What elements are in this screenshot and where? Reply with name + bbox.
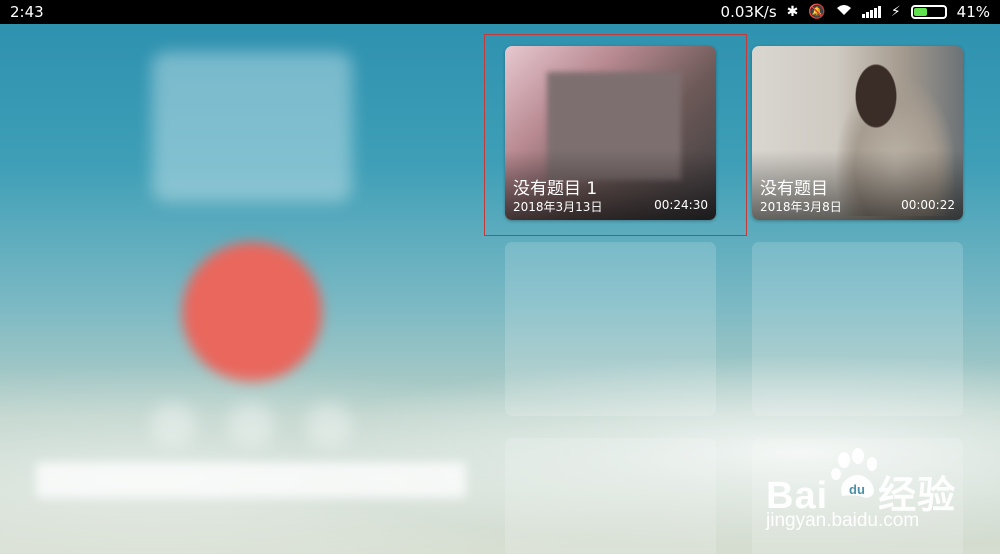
baidu-paw-icon: du: [831, 448, 877, 498]
record-button-blurred[interactable]: [182, 242, 322, 382]
wifi-icon: [836, 4, 852, 20]
charging-icon: ⚡: [890, 4, 901, 20]
recording-title: 没有题目: [760, 179, 828, 199]
watermark-url: jingyan.baidu.com: [766, 510, 920, 531]
recording-card[interactable]: 没有题目 2018年3月8日 00:00:22: [752, 46, 963, 220]
status-icons: 0.03K/s ✱ 🔕 ⚡ 41%: [721, 3, 990, 21]
bluetooth-icon: ✱: [786, 4, 799, 20]
blurred-control-3[interactable]: [306, 402, 352, 448]
empty-slot: [752, 242, 963, 416]
recording-date: 2018年3月8日: [760, 200, 842, 214]
blurred-left-panel: [0, 24, 480, 554]
blurred-control-1[interactable]: [150, 402, 196, 448]
battery-icon: [910, 5, 947, 19]
empty-slot: [505, 242, 716, 416]
signal-icon: [861, 6, 881, 18]
selection-highlight: [484, 34, 747, 236]
mute-vibrate-icon: 🔕: [808, 4, 826, 20]
baidu-watermark: Bai 经验 du jingyan.baidu.com: [766, 446, 986, 546]
net-speed: 0.03K/s: [720, 3, 777, 21]
blurred-settings-bar: [36, 462, 466, 498]
app-logo-blurred: [152, 52, 352, 202]
blurred-control-2[interactable]: [228, 402, 274, 448]
status-bar: 2:43 0.03K/s ✱ 🔕 ⚡ 41%: [0, 0, 1000, 24]
recording-duration: 00:00:22: [901, 198, 955, 212]
empty-slot: [505, 438, 716, 554]
svg-text:du: du: [849, 482, 865, 497]
status-time: 2:43: [10, 3, 44, 21]
battery-percent: 41%: [956, 3, 990, 21]
